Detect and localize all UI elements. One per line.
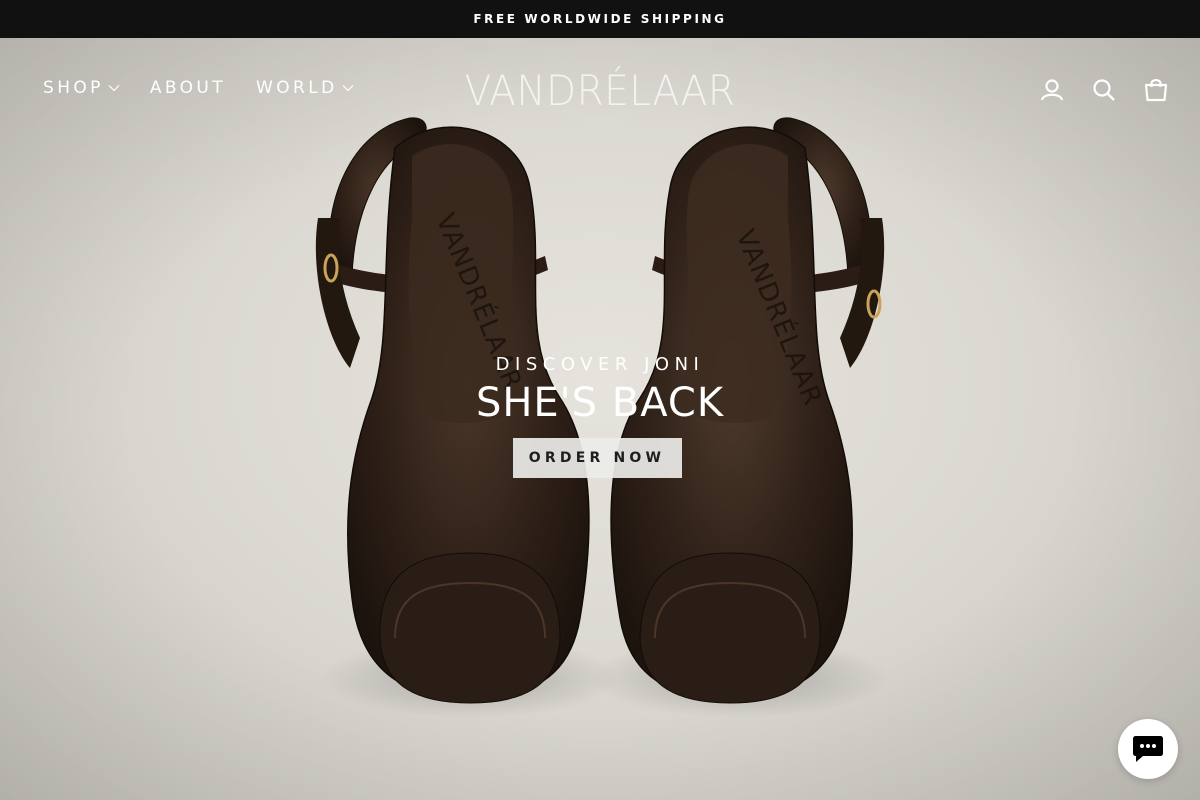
announcement-text: FREE WORLDWIDE SHIPPING [473,12,727,26]
announcement-bar: FREE WORLDWIDE SHIPPING [0,0,1200,38]
header-icons [1014,76,1170,104]
hero-headline: SHE'S BACK [475,380,725,426]
main-nav: SHOP ABOUT WORLD [43,78,384,98]
chevron-down-icon [108,85,120,92]
order-now-button[interactable]: ORDER NOW [512,438,682,478]
cart-icon [1144,79,1168,102]
user-icon [1040,79,1064,101]
nav-shop[interactable]: SHOP [43,78,120,98]
nav-world[interactable]: WORLD [256,78,354,98]
nav-world-label: WORLD [256,78,338,98]
chat-button[interactable] [1118,719,1178,779]
nav-about[interactable]: ABOUT [150,78,226,98]
search-icon [1093,79,1115,101]
chevron-down-icon [342,85,354,92]
brand-logo[interactable]: VANDRÉLAAR [455,66,745,116]
hero-eyebrow: DISCOVER JONI [495,354,705,375]
hero-copy: DISCOVER JONI SHE'S BACK ORDER NOW [0,352,1200,478]
search-button[interactable] [1090,76,1118,104]
site-header: SHOP ABOUT WORLD VANDRÉLAAR [0,38,1200,142]
login-button[interactable] [1038,76,1066,104]
cart-button[interactable] [1142,76,1170,104]
nav-shop-label: SHOP [43,78,104,98]
nav-about-label: ABOUT [149,78,227,98]
chat-icon [1133,736,1163,762]
